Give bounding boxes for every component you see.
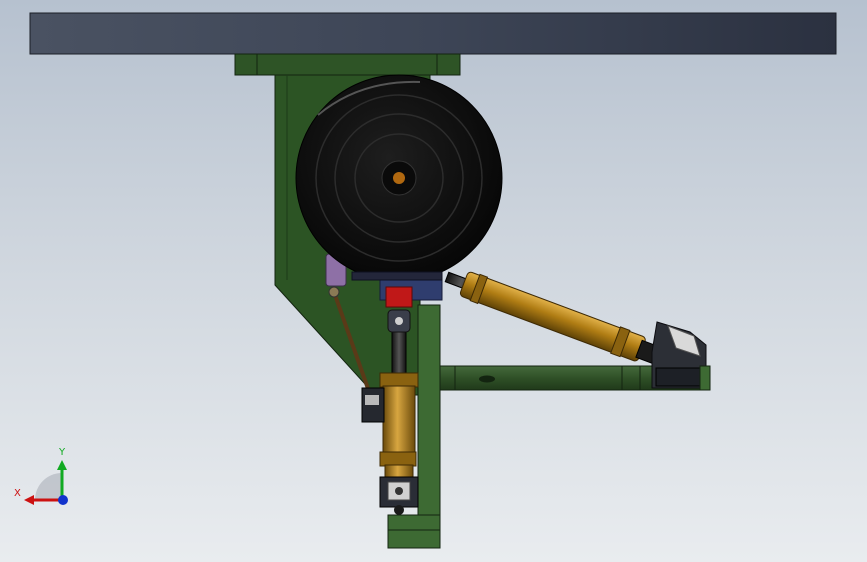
arm-slot-hole [479, 375, 495, 383]
top-beam[interactable] [29, 12, 837, 55]
triad-plane-indicator [35, 473, 62, 500]
vertical-cylinder-rod[interactable] [391, 327, 407, 374]
z-axis-icon [58, 495, 68, 505]
wheel[interactable] [295, 74, 503, 282]
cad-viewport[interactable]: Y X [0, 0, 867, 562]
wheel-hub [393, 172, 405, 184]
side-clevis[interactable] [361, 387, 385, 423]
inclined-cylinder[interactable] [442, 264, 663, 369]
cylinder-end-block[interactable] [651, 321, 711, 391]
x-axis-label: X [14, 488, 21, 499]
rod-ball-joint[interactable] [328, 286, 340, 298]
mounting-bracket[interactable] [234, 53, 461, 76]
y-axis-label: Y [58, 447, 66, 458]
red-clamp[interactable] [385, 286, 413, 308]
axis-triad: Y X [14, 447, 68, 505]
